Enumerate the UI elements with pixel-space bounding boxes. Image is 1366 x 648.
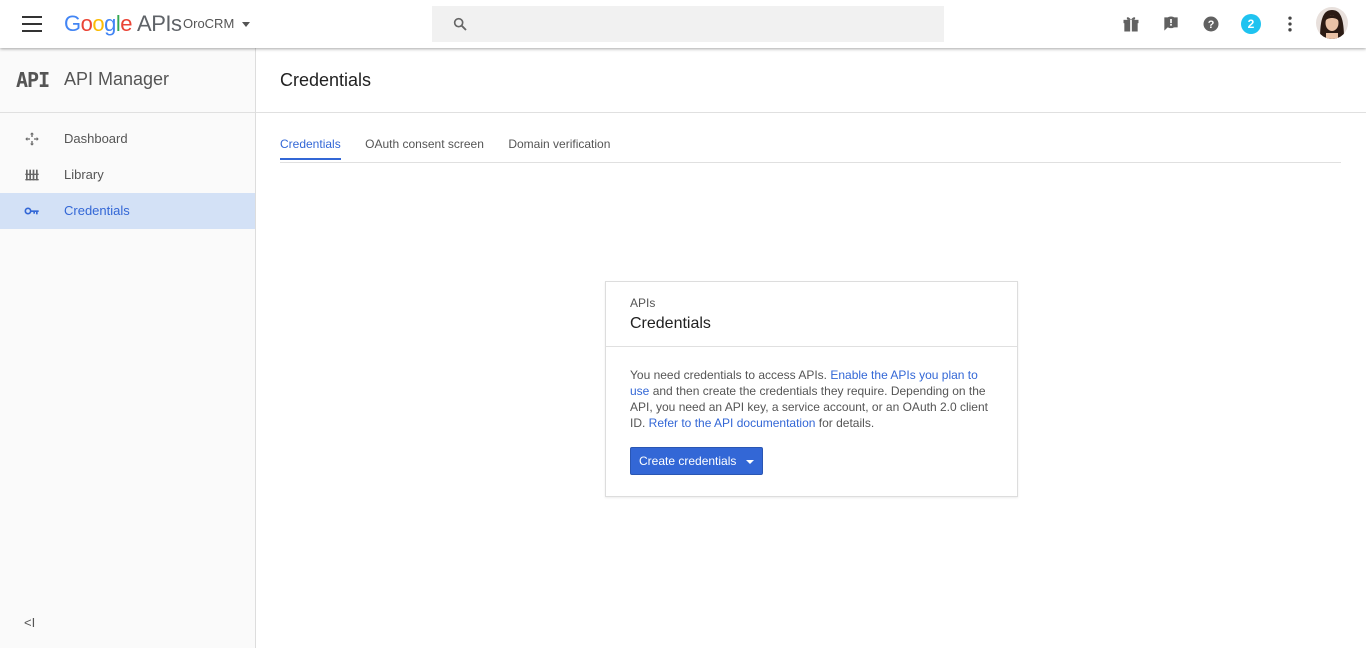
logo-letter: o <box>92 11 105 36</box>
project-selector[interactable]: OroCRM <box>183 16 251 31</box>
caret-down-icon <box>746 459 755 464</box>
description-text: for details. <box>815 416 875 430</box>
sidebar-header: API API Manager <box>0 48 255 113</box>
sidebar-nav: Dashboard Library Credentials <box>0 113 255 229</box>
menu-icon[interactable] <box>22 16 42 32</box>
logo-letter: G <box>64 11 81 36</box>
logo-letter: e <box>120 11 133 36</box>
button-label: Create credentials <box>639 454 737 468</box>
more-vert-icon[interactable] <box>1280 14 1300 34</box>
sidebar-item-library[interactable]: Library <box>0 157 255 193</box>
top-bar: Google APIs OroCRM ? 2 <box>0 0 1366 48</box>
notifications-badge[interactable]: 2 <box>1241 14 1261 34</box>
search-icon <box>453 17 467 31</box>
feedback-icon[interactable] <box>1161 14 1181 34</box>
main-content: Credentials Credentials OAuth consent sc… <box>256 48 1366 648</box>
help-icon[interactable]: ? <box>1201 14 1221 34</box>
logo-letter: g <box>104 11 116 36</box>
avatar-image <box>1316 7 1348 39</box>
collapse-sidebar-button[interactable]: <I <box>24 615 35 630</box>
search-input[interactable] <box>480 6 934 44</box>
page-title: Credentials <box>280 70 372 90</box>
tab-domain-verification[interactable]: Domain verification <box>508 129 610 160</box>
search-bar[interactable] <box>432 6 944 44</box>
avatar[interactable] <box>1316 7 1348 39</box>
page-header: Credentials <box>256 48 1366 113</box>
api-icon: API <box>16 68 50 92</box>
sidebar-item-label: Library <box>64 167 104 182</box>
card-subtitle: APIs <box>630 296 656 310</box>
card-description: You need credentials to access APIs. Ena… <box>630 367 993 431</box>
card-title: Credentials <box>630 315 711 332</box>
logo-letter: o <box>80 11 93 36</box>
caret-down-icon <box>242 22 251 28</box>
credentials-card: APIs Credentials You need credentials to… <box>605 281 1018 497</box>
project-name: OroCRM <box>183 16 235 31</box>
card-body: You need credentials to access APIs. Ena… <box>606 347 1017 495</box>
sidebar-item-credentials[interactable]: Credentials <box>0 193 255 229</box>
sidebar-title: API Manager <box>64 69 170 89</box>
svg-text:?: ? <box>1208 19 1215 31</box>
api-documentation-link[interactable]: Refer to the API documentation <box>649 416 816 430</box>
sidebar-item-label: Dashboard <box>64 131 128 146</box>
tab-bar: Credentials OAuth consent screen Domain … <box>280 129 1341 163</box>
card-header: APIs Credentials <box>606 282 1017 347</box>
dashboard-icon <box>25 132 39 146</box>
create-credentials-button[interactable]: Create credentials <box>630 447 764 475</box>
google-apis-logo[interactable]: Google APIs <box>64 11 182 37</box>
tab-oauth-consent-screen[interactable]: OAuth consent screen <box>365 129 484 160</box>
key-icon <box>24 207 39 215</box>
sidebar: API API Manager Dashboard Library Creden… <box>0 48 256 648</box>
sidebar-item-label: Credentials <box>64 203 130 218</box>
description-text: You need credentials to access APIs. <box>630 368 831 382</box>
library-icon <box>25 169 39 181</box>
sidebar-item-dashboard[interactable]: Dashboard <box>0 121 255 157</box>
tab-credentials[interactable]: Credentials <box>280 129 341 160</box>
product-name: APIs <box>137 11 182 36</box>
gift-icon[interactable] <box>1121 14 1141 34</box>
